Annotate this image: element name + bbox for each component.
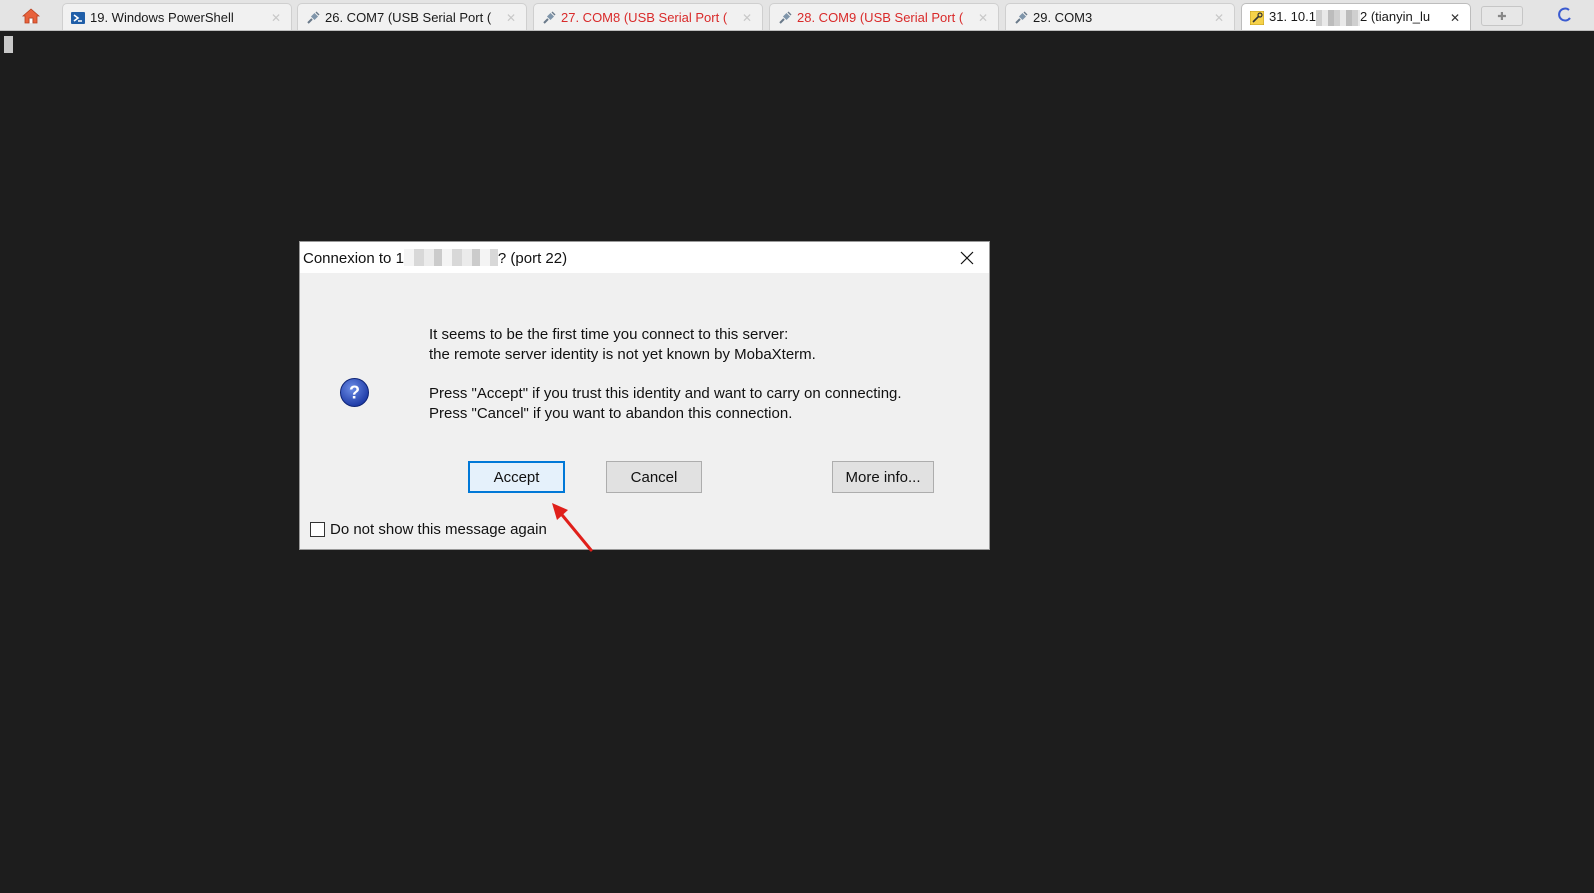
close-icon[interactable]: ✕ bbox=[976, 11, 990, 25]
close-icon bbox=[960, 251, 974, 264]
tab-com9[interactable]: 28. COM9 (USB Serial Port ( ✕ bbox=[769, 3, 999, 30]
message-line: It seems to be the first time you connec… bbox=[429, 326, 789, 343]
dialog-title-suffix: ? (port 22) bbox=[497, 250, 568, 267]
dont-show-again-option[interactable]: Do not show this message again bbox=[310, 521, 547, 538]
more-info-button[interactable]: More info... bbox=[832, 461, 934, 493]
message-line: Press "Cancel" if you want to abandon th… bbox=[429, 405, 793, 422]
tab-label: 29. COM3 bbox=[1033, 10, 1093, 25]
tab-com7[interactable]: 26. COM7 (USB Serial Port ( ✕ bbox=[297, 3, 527, 30]
tab-label: 26. COM7 (USB Serial Port ( bbox=[325, 10, 492, 25]
home-tab[interactable] bbox=[18, 5, 44, 27]
tab-ssh-session[interactable]: 31. 10.1 2 (tianyin_lu ✕ bbox=[1241, 3, 1471, 30]
accept-button[interactable]: Accept bbox=[468, 461, 565, 493]
question-icon: ? bbox=[340, 378, 369, 407]
message-line: Press "Accept" if you trust this identit… bbox=[429, 385, 902, 402]
dialog-title: Connexion to 1 ? (port 22) bbox=[303, 249, 567, 267]
message-line: the remote server identity is not yet kn… bbox=[429, 346, 816, 363]
tab-label: 19. Windows PowerShell bbox=[90, 10, 234, 25]
dont-show-again-checkbox[interactable] bbox=[310, 522, 325, 537]
serial-plug-icon bbox=[1015, 11, 1028, 24]
serial-plug-icon bbox=[779, 11, 792, 24]
tab-label: 27. COM8 (USB Serial Port ( bbox=[561, 10, 728, 25]
session-tab-bar: 19. Windows PowerShell ✕ 26. COM7 (USB S… bbox=[0, 0, 1594, 31]
redacted-address bbox=[403, 249, 498, 266]
checkbox-label: Do not show this message again bbox=[330, 521, 547, 538]
tab-label-suffix: 2 (tianyin_lu bbox=[1360, 9, 1431, 25]
serial-plug-icon bbox=[307, 11, 320, 24]
close-icon[interactable]: ✕ bbox=[504, 11, 518, 25]
tab-label-prefix: 31. 10.1 bbox=[1269, 9, 1316, 25]
dialog-close-button[interactable] bbox=[951, 242, 983, 273]
close-icon[interactable]: ✕ bbox=[1212, 11, 1226, 25]
dialog-titlebar: Connexion to 1 ? (port 22) bbox=[300, 242, 989, 273]
ssh-key-icon bbox=[1250, 10, 1264, 25]
tab-label: 28. COM9 (USB Serial Port ( bbox=[797, 10, 964, 25]
home-icon bbox=[22, 8, 40, 24]
session-menu-icon[interactable] bbox=[1557, 7, 1573, 23]
serial-plug-icon bbox=[543, 11, 556, 24]
tab-label: 31. 10.1 2 (tianyin_lu bbox=[1269, 9, 1444, 26]
powershell-icon bbox=[71, 11, 85, 24]
tab-windows-powershell[interactable]: 19. Windows PowerShell ✕ bbox=[62, 3, 292, 30]
new-tab-button[interactable]: ✚ bbox=[1481, 6, 1523, 26]
dialog-title-prefix: Connexion to 1 bbox=[303, 250, 404, 267]
close-icon[interactable]: ✕ bbox=[740, 11, 754, 25]
svg-text:?: ? bbox=[349, 383, 360, 403]
plus-icon: ✚ bbox=[1497, 10, 1507, 23]
annotation-arrow-icon bbox=[552, 503, 593, 552]
cancel-button[interactable]: Cancel bbox=[606, 461, 702, 493]
close-icon[interactable]: ✕ bbox=[1448, 11, 1462, 25]
close-icon[interactable]: ✕ bbox=[269, 11, 283, 25]
redacted-address bbox=[1316, 9, 1360, 26]
dialog-message: It seems to be the first time you connec… bbox=[429, 325, 902, 424]
tab-com3[interactable]: 29. COM3 ✕ bbox=[1005, 3, 1235, 30]
tab-com8[interactable]: 27. COM8 (USB Serial Port ( ✕ bbox=[533, 3, 763, 30]
